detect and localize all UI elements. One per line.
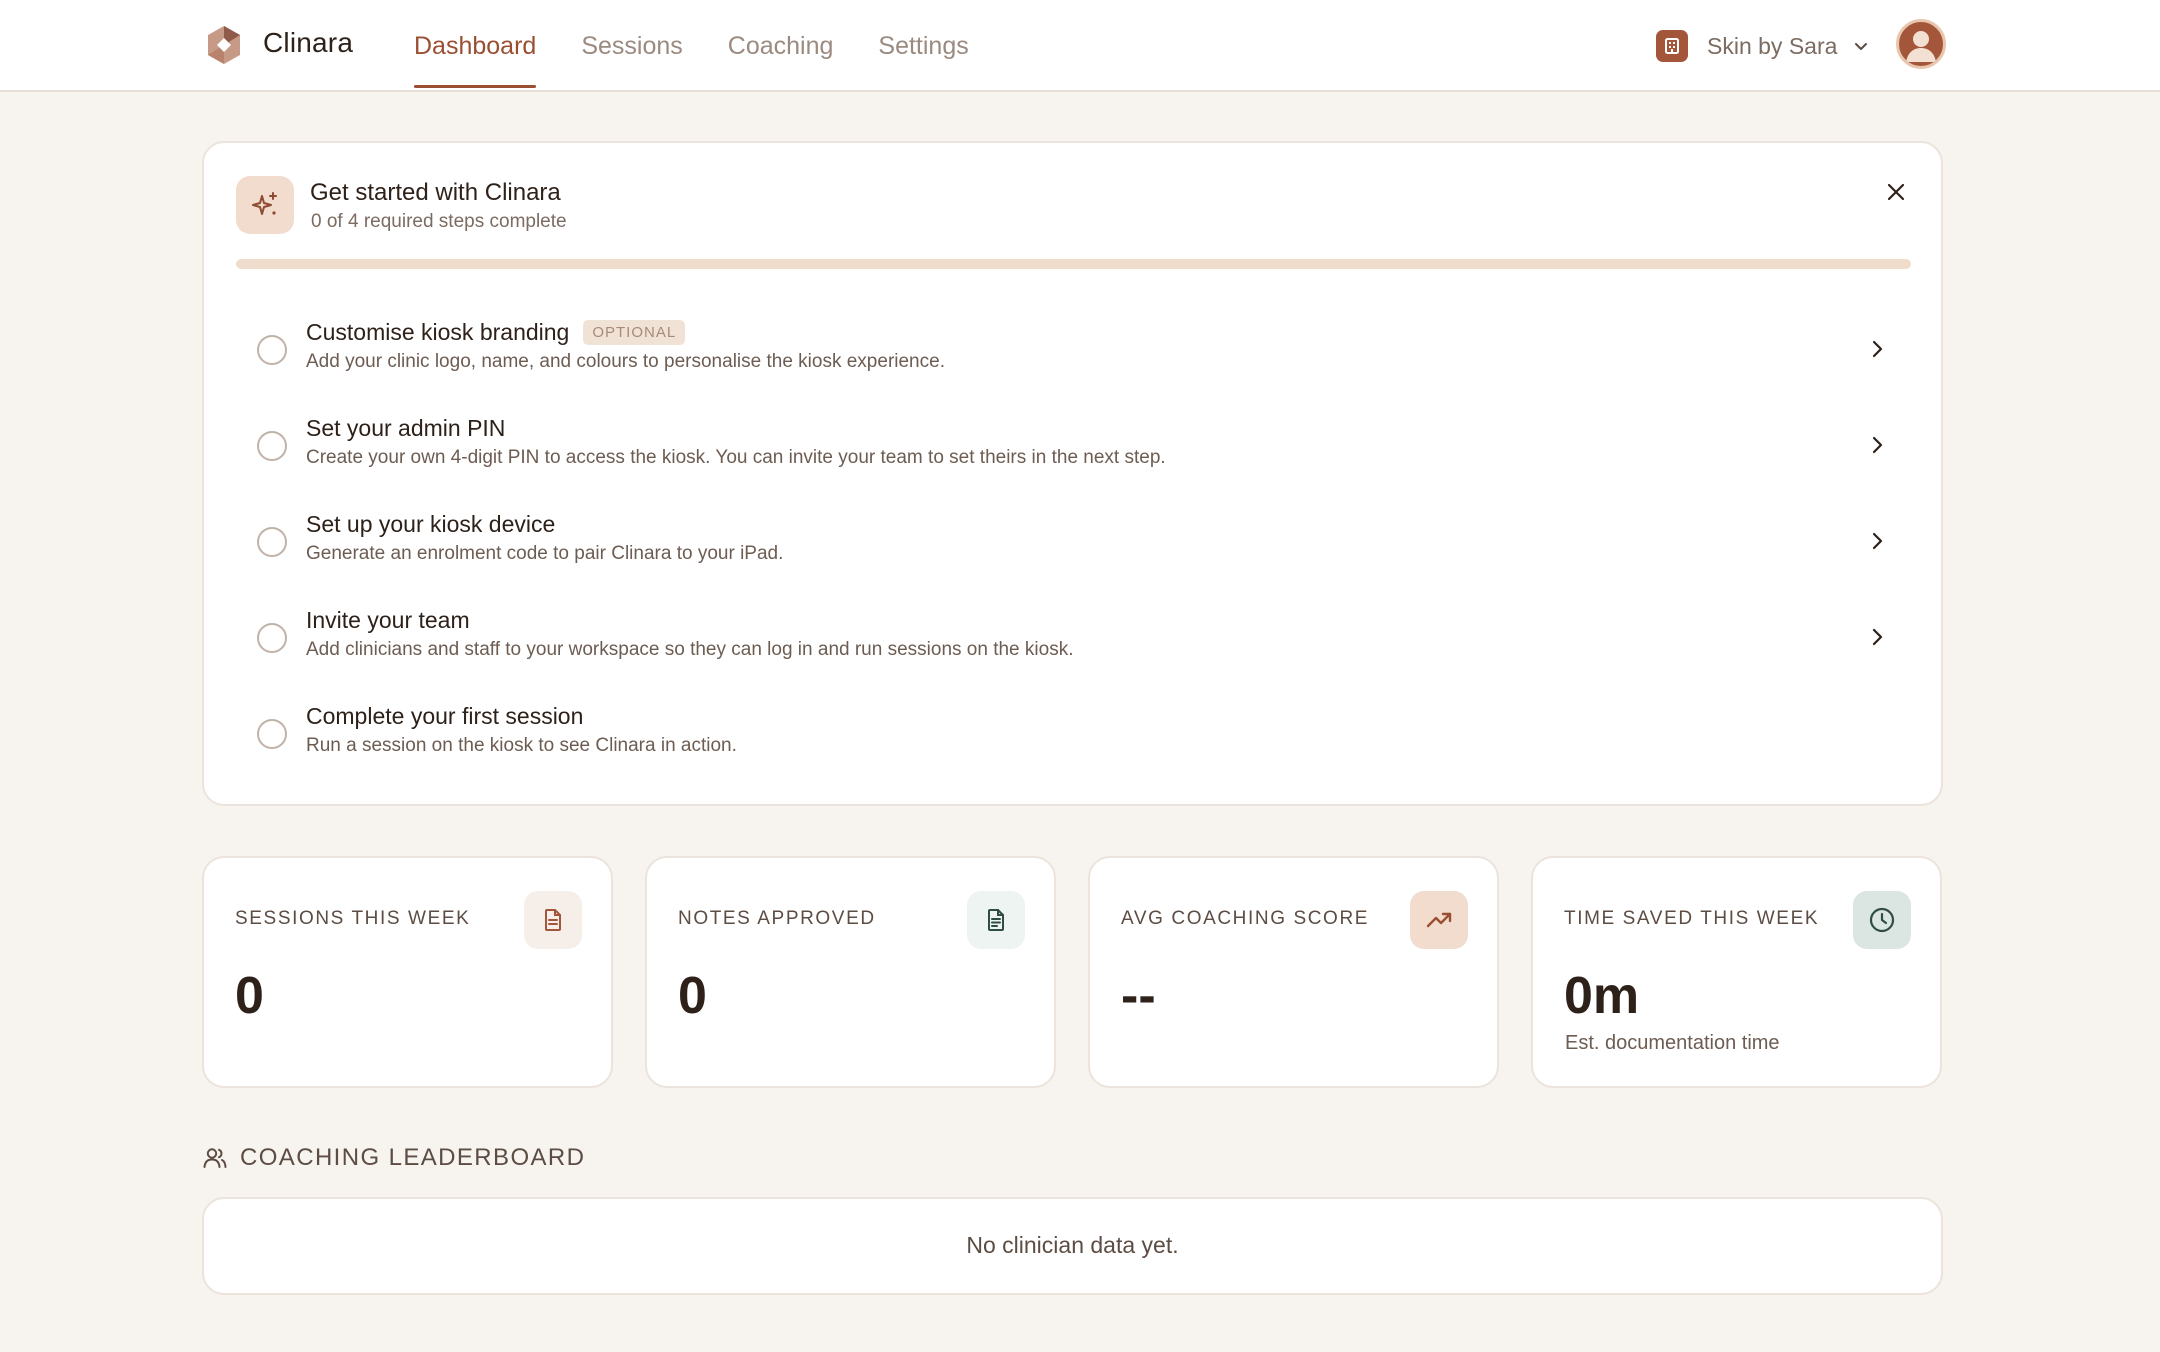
- tab-dashboard[interactable]: Dashboard: [414, 0, 537, 90]
- clinara-logo-icon[interactable]: [204, 24, 244, 66]
- step-checkbox[interactable]: [257, 719, 287, 749]
- chevron-right-icon[interactable]: [1865, 625, 1889, 649]
- tab-sessions[interactable]: Sessions: [581, 0, 682, 90]
- clinic-switcher[interactable]: Skin by Sara: [1656, 28, 1869, 64]
- app-name: Clinara: [263, 27, 354, 58]
- step-description: Create your own 4-digit PIN to access th…: [306, 447, 1166, 468]
- step-invite-team[interactable]: Invite your team Add clinicians and staf…: [236, 599, 1911, 695]
- leaderboard-title: COACHING LEADERBOARD: [240, 1144, 586, 1171]
- stat-value: 0: [678, 967, 707, 1025]
- stat-value: --: [1121, 967, 1156, 1025]
- leaderboard-card: No clinician data yet.: [202, 1197, 1943, 1295]
- step-title: Invite your team: [306, 607, 470, 633]
- user-icon: [1906, 31, 1936, 62]
- leaderboard-empty-state: No clinician data yet.: [966, 1232, 1179, 1258]
- onboarding-steps-list: Customise kiosk branding OPTIONAL Add yo…: [236, 311, 1911, 791]
- users-icon: [203, 1148, 227, 1168]
- tab-coaching[interactable]: Coaching: [728, 0, 834, 90]
- step-set-admin-pin[interactable]: Set your admin PIN Create your own 4-dig…: [236, 407, 1911, 503]
- step-customise-kiosk-branding[interactable]: Customise kiosk branding OPTIONAL Add yo…: [236, 311, 1911, 407]
- step-checkbox[interactable]: [257, 527, 287, 557]
- stat-label: SESSIONS THIS WEEK: [235, 908, 471, 929]
- onboarding-subtitle: 0 of 4 required steps complete: [311, 211, 567, 232]
- onboarding-title: Get started with Clinara: [310, 179, 561, 206]
- chevron-right-icon[interactable]: [1865, 529, 1889, 553]
- chevron-right-icon[interactable]: [1865, 337, 1889, 361]
- step-complete-first-session: Complete your first session Run a sessio…: [236, 695, 1911, 791]
- document-icon: [524, 891, 582, 949]
- stat-note: Est. documentation time: [1565, 1032, 1780, 1054]
- user-avatar[interactable]: [1896, 19, 1946, 69]
- step-title: Set up your kiosk device: [306, 511, 556, 537]
- step-checkbox[interactable]: [257, 623, 287, 653]
- chevron-down-icon: [1855, 43, 1868, 50]
- step-description: Generate an enrolment code to pair Clina…: [306, 543, 784, 564]
- tab-settings[interactable]: Settings: [878, 0, 968, 90]
- stat-card-time-saved: TIME SAVED THIS WEEK 0m Est. documentati…: [1531, 856, 1942, 1088]
- stat-label: TIME SAVED THIS WEEK: [1564, 908, 1820, 929]
- stat-label: AVG COACHING SCORE: [1121, 908, 1370, 929]
- top-navigation-bar: Clinara Dashboard Sessions Coaching Sett…: [0, 0, 2160, 92]
- step-description: Add clinicians and staff to your workspa…: [306, 639, 1074, 660]
- sparkle-icon: [236, 176, 294, 234]
- step-description: Run a session on the kiosk to see Clinar…: [306, 735, 737, 756]
- leaderboard-header: COACHING LEADERBOARD: [202, 1142, 585, 1174]
- onboarding-progress-bar: [236, 259, 1911, 269]
- building-icon: [1656, 30, 1688, 62]
- close-icon: [1887, 183, 1905, 201]
- stat-value: 0m: [1564, 967, 1640, 1025]
- optional-badge: OPTIONAL: [583, 320, 686, 345]
- clinic-name: Skin by Sara: [1707, 32, 1838, 59]
- onboarding-card: Get started with Clinara 0 of 4 required…: [202, 141, 1943, 806]
- step-checkbox[interactable]: [257, 335, 287, 365]
- trending-up-icon: [1410, 891, 1468, 949]
- main-nav: Dashboard Sessions Coaching Settings: [414, 0, 969, 92]
- close-onboarding-button[interactable]: [1881, 177, 1911, 207]
- step-set-up-kiosk-device[interactable]: Set up your kiosk device Generate an enr…: [236, 503, 1911, 599]
- step-checkbox[interactable]: [257, 431, 287, 461]
- step-title: Customise kiosk branding: [306, 319, 570, 345]
- step-title: Complete your first session: [306, 703, 584, 729]
- stat-value: 0: [235, 967, 264, 1025]
- stat-label: NOTES APPROVED: [678, 908, 876, 929]
- stat-card-avg-coaching-score: AVG COACHING SCORE --: [1088, 856, 1499, 1088]
- step-title-wrap: Customise kiosk branding OPTIONAL: [306, 319, 686, 346]
- chevron-right-icon[interactable]: [1865, 433, 1889, 457]
- step-description: Add your clinic logo, name, and colours …: [306, 351, 945, 372]
- clock-icon: [1853, 891, 1911, 949]
- stat-card-sessions: SESSIONS THIS WEEK 0: [202, 856, 613, 1088]
- file-text-icon: [967, 891, 1025, 949]
- step-title: Set your admin PIN: [306, 415, 506, 441]
- stat-card-notes-approved: NOTES APPROVED 0: [645, 856, 1056, 1088]
